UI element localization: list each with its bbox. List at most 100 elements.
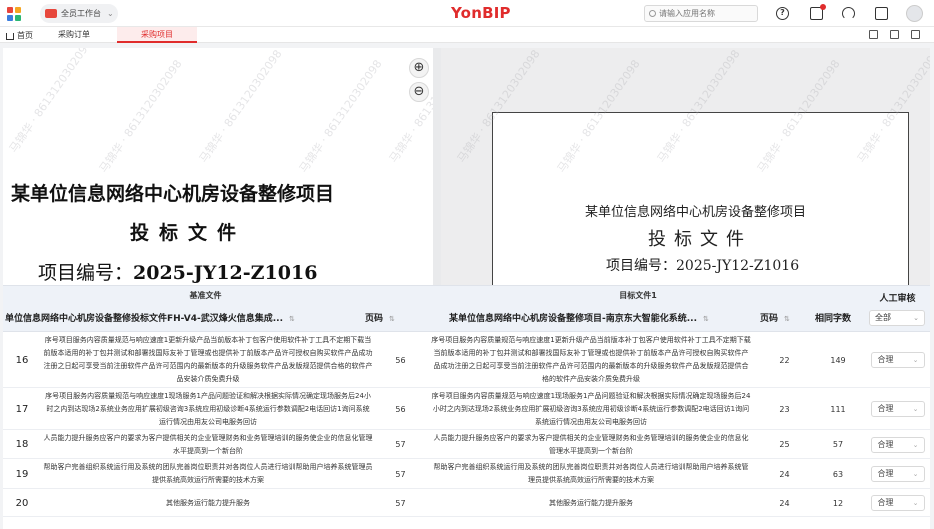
base-doc-code-label: 项目编号： <box>38 262 134 284</box>
target-doc-title: 某单位信息网络中心机房设备整修项目 <box>585 205 807 220</box>
tab-purchase-order[interactable]: 采购订单 <box>58 27 90 43</box>
similar-count-cell: 57 <box>832 440 844 449</box>
base-text-cell: 其他服务运行能力提升服务 <box>166 498 250 507</box>
base-page-cell: 56 <box>395 404 406 414</box>
chevron-down-icon: ⌄ <box>912 440 919 449</box>
row-index: 20 <box>15 497 29 509</box>
chevron-down-icon: ⌄ <box>912 356 919 364</box>
base-page-cell: 57 <box>395 469 406 479</box>
sort-icon[interactable]: ⇅ <box>784 306 790 332</box>
tabs-bar: 首页 采购订单 采购项目 <box>0 27 934 43</box>
pane-divider[interactable] <box>433 48 441 285</box>
target-page-cell: 25 <box>779 440 790 449</box>
base-page-cell: 57 <box>395 440 406 449</box>
similar-count-cell: 12 <box>832 498 844 508</box>
similar-count-cell: 149 <box>830 355 846 365</box>
base-document-pane[interactable]: 某单位信息网络中心机房设备整修项目 投标文件 项目编号：2025-JY12-Z1… <box>3 48 433 285</box>
chevron-down-icon: ⌄ <box>912 470 919 478</box>
help-icon[interactable]: ? <box>776 7 789 20</box>
app-grid-icon[interactable] <box>7 7 21 21</box>
target-page-column[interactable]: 页码 ⇅ <box>760 306 800 332</box>
base-page-cell: 57 <box>395 498 406 508</box>
table-row[interactable]: 19 帮助客户完善组织系统运行用及系统的团队完善岗位职责并对各岗位人员进行培训帮… <box>3 459 930 489</box>
review-filter-select[interactable]: 全部 ⌄ <box>869 310 925 326</box>
watermark: 马锦华 · 8613120302098 <box>6 48 95 156</box>
sort-icon[interactable]: ⇅ <box>389 306 395 332</box>
calendar-icon[interactable] <box>875 7 888 20</box>
chevron-down-icon: ⌄ <box>912 499 919 507</box>
base-doc-code-value: 2025-JY12-Z1016 <box>133 262 318 284</box>
table-row[interactable]: 16 序号项目服务内容质量规范与响应速度1更新升级产品当前版本补丁包客户使用软件… <box>3 332 930 388</box>
table-group-header: 基准文件 目标文件1 人工审核 <box>3 286 930 306</box>
review-filter-value: 全部 <box>875 313 891 322</box>
base-file-column[interactable]: 单位信息网络中心机房设备整修投标文件FH-V4-武汉烽火信息集成... ⇅ <box>5 306 325 332</box>
row-index: 18 <box>15 439 29 450</box>
search-icon <box>649 10 656 17</box>
upload-icon[interactable] <box>890 30 899 39</box>
layout-icon[interactable] <box>869 30 878 39</box>
tab-tools <box>869 30 920 39</box>
target-document-pane[interactable]: 某单位信息网络中心机房设备整修项目 投标文件 项目编号：2025-JY12-Z1… <box>441 48 930 285</box>
table-row[interactable]: 18 人员能力提升服务应客户的要求为客户提供相关的企业管理财务和业务管理培训的服… <box>3 430 930 459</box>
similar-chars-column[interactable]: 相同字数 <box>815 306 863 332</box>
watermark: 马锦华 · 8613120302098 <box>96 57 185 176</box>
base-doc-title: 某单位信息网络中心机房设备整修项目 <box>11 183 335 205</box>
base-doc-code: 项目编号：2025-JY12-Z1016 <box>38 258 317 285</box>
target-file-name: 某单位信息网络中心机房设备整修项目-南京东大智能化系统... <box>449 314 697 324</box>
fullscreen-icon[interactable] <box>911 30 920 39</box>
document-viewer: 某单位信息网络中心机房设备整修项目 投标文件 项目编号：2025-JY12-Z1… <box>3 48 930 285</box>
user-avatar[interactable] <box>906 5 923 22</box>
customer-service-icon[interactable] <box>842 7 855 20</box>
base-text-cell: 帮助客户完善组织系统运行用及系统的团队完善岗位职责并对各岗位人员进行培训帮助用户… <box>43 463 373 484</box>
review-cell: 合理 ⌄ <box>865 489 930 517</box>
zoom-out-button[interactable]: ⊖ <box>409 82 429 102</box>
watermark: 马锦华 · 8613120302098 <box>296 57 385 176</box>
table-column-header: 单位信息网络中心机房设备整修投标文件FH-V4-武汉烽火信息集成... ⇅ 页码 ⇅… <box>3 306 930 332</box>
chevron-down-icon: ⌄ <box>107 9 114 18</box>
base-page-cell: 56 <box>395 355 406 365</box>
target-text-cell: 序号项目服务内容质量规范与响应速度1现场服务1产品问题验证和解决根据实际情况确定… <box>431 391 751 426</box>
workspace-switcher[interactable]: 全员工作台 ⌄ <box>40 4 118 23</box>
review-select[interactable]: 合理 ⌄ <box>870 401 925 417</box>
review-cell: 合理 ⌄ <box>865 430 930 459</box>
workspace-icon <box>45 9 57 18</box>
manual-review-header: 人工审核 <box>879 294 916 304</box>
target-page-header: 页码 <box>760 314 779 324</box>
table-row[interactable]: 20 其他服务运行能力提升服务 57 其他服务运行能力提升服务 24 12 合理… <box>3 489 930 517</box>
review-select-value: 合理 <box>877 498 894 507</box>
sort-icon[interactable]: ⇅ <box>289 306 295 332</box>
tab-purchase-project[interactable]: 采购项目 <box>117 27 197 43</box>
base-file-name: 单位信息网络中心机房设备整修投标文件FH-V4-武汉烽火信息集成... <box>5 314 283 324</box>
sort-icon[interactable]: ⇅ <box>703 306 709 332</box>
review-select[interactable]: 合理 ⌄ <box>870 466 925 482</box>
app-search-box[interactable] <box>644 5 758 22</box>
base-text-cell: 序号项目服务内容质量规范与响应速度1现场服务1产品问题验证和解决根据实际情况确定… <box>45 391 371 426</box>
top-bar: 全员工作台 ⌄ YonBIP ? <box>0 0 934 27</box>
row-index: 17 <box>15 403 29 415</box>
target-page-cell: 24 <box>779 469 790 479</box>
app-search-input[interactable] <box>659 9 753 18</box>
group-target-file: 目标文件1 <box>619 291 657 300</box>
base-page-column[interactable]: 页码 ⇅ <box>365 306 405 332</box>
zoom-in-button[interactable]: ⊕ <box>409 58 429 78</box>
review-select[interactable]: 合理 ⌄ <box>870 352 925 368</box>
review-select-value: 合理 <box>877 404 894 413</box>
review-select-value: 合理 <box>877 469 894 478</box>
review-cell: 合理 ⌄ <box>865 332 930 388</box>
similar-count-cell: 111 <box>830 404 846 414</box>
tab-home-label: 首页 <box>17 30 33 40</box>
target-page-cell: 23 <box>779 404 790 414</box>
row-index: 19 <box>15 468 29 480</box>
message-icon[interactable] <box>810 4 826 20</box>
target-text-cell: 人员能力提升服务应客户的要求为客户提供相关的企业管理财务和业务管理培训的服务使企… <box>433 433 749 455</box>
app-logo: YonBIP <box>451 4 511 22</box>
tab-home[interactable]: 首页 <box>6 27 33 43</box>
review-cell: 合理 ⌄ <box>865 388 930 430</box>
review-select-value: 合理 <box>877 355 894 364</box>
target-file-column[interactable]: 某单位信息网络中心机房设备整修项目-南京东大智能化系统... ⇅ <box>449 306 749 332</box>
review-select[interactable]: 合理 ⌄ <box>870 436 925 453</box>
comparison-table: 基准文件 目标文件1 人工审核 单位信息网络中心机房设备整修投标文件FH-V4-… <box>3 285 930 529</box>
chevron-down-icon: ⌄ <box>913 314 919 322</box>
review-select[interactable]: 合理 ⌄ <box>870 495 925 511</box>
table-row[interactable]: 17 序号项目服务内容质量规范与响应速度1现场服务1产品问题验证和解决根据实际情… <box>3 388 930 430</box>
